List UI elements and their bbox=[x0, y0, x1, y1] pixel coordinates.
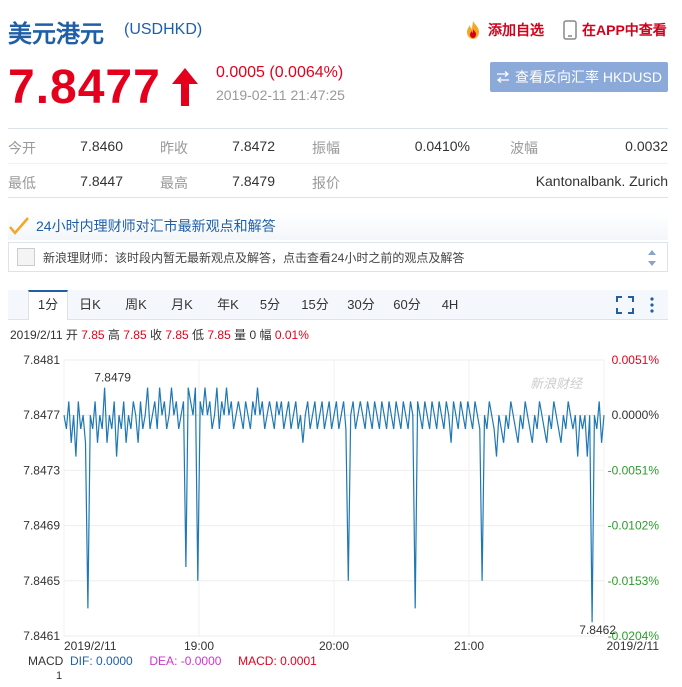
reverse-rate-label: 查看反向汇率 HKDUSD bbox=[514, 69, 662, 85]
ohlc-low: 7.85 bbox=[207, 328, 231, 342]
y-tick-label: 7.8465 bbox=[23, 574, 60, 588]
view-app-label: 在APP中查看 bbox=[582, 22, 667, 38]
quote-summary: 7.8477 0.0005 (0.0064%) 2019-02-11 21:47… bbox=[8, 54, 674, 124]
pct-tick-label: -0.0051% bbox=[608, 463, 660, 477]
ohlc-close-label: 收 bbox=[149, 328, 162, 342]
tab-daily-k[interactable]: 日K bbox=[74, 290, 106, 320]
watermark: 新浪财经 bbox=[530, 376, 584, 391]
opinion-message-box[interactable]: 新浪理财师：该时段内暂无最新观点及解答，点击查看24小时之前的观点及解答 bbox=[8, 242, 668, 272]
check-trend-icon bbox=[9, 217, 29, 235]
add-watch-button[interactable]: 添加自选 bbox=[463, 20, 544, 40]
stats-row: 最低 7.8447 最高 7.8479 报价 Kantonalbank. Zur… bbox=[8, 163, 668, 197]
currency-code: (USDHKD) bbox=[124, 21, 203, 38]
ohlc-vol-label: 量 bbox=[234, 328, 247, 342]
stat-value-prev-close: 7.8472 bbox=[232, 138, 275, 154]
tab-1min[interactable]: 1分 bbox=[28, 290, 68, 320]
x-tick-label: 2019/2/11 bbox=[607, 639, 660, 653]
stat-value-open: 7.8460 bbox=[80, 138, 123, 154]
tab-60min[interactable]: 60分 bbox=[390, 290, 424, 320]
x-tick-label: 21:00 bbox=[454, 639, 484, 653]
scroll-arrows-icon[interactable] bbox=[647, 247, 657, 269]
stat-value-low: 7.8447 bbox=[80, 173, 123, 189]
ohlc-amp: 0.01% bbox=[274, 328, 309, 342]
opinion-title: 24小时内理财师对汇市最新观点和解答 bbox=[36, 218, 276, 234]
phone-icon bbox=[563, 20, 577, 40]
up-arrow-icon bbox=[172, 68, 198, 106]
ohlc-high-label: 高 bbox=[107, 328, 120, 342]
macd-info: MACD DIF: 0.0000 DEA: -0.0000 MACD: 0.00… bbox=[28, 654, 317, 668]
more-icon[interactable] bbox=[648, 296, 656, 314]
tab-weekly-k[interactable]: 周K bbox=[120, 290, 152, 320]
price-change: 0.0005 (0.0064%) bbox=[216, 64, 344, 81]
pct-tick-label: 0.0000% bbox=[612, 408, 660, 422]
ohlc-date: 2019/2/11 bbox=[10, 328, 63, 342]
macd-axis-tick: 1 bbox=[56, 670, 63, 682]
stats-row: 今开 7.8460 昨收 7.8472 振幅 0.0410% 波幅 0.0032 bbox=[8, 129, 668, 163]
ohlc-vol: 0 bbox=[249, 328, 257, 342]
tab-15min[interactable]: 15分 bbox=[298, 290, 332, 320]
stat-value-amplitude: 0.0410% bbox=[414, 138, 470, 154]
fullscreen-icon[interactable] bbox=[616, 296, 634, 314]
pct-tick-label: -0.0153% bbox=[608, 574, 660, 588]
chart-period-tabs: 1分 日K 周K 月K 年K 5分 15分 30分 60分 4H bbox=[8, 290, 668, 320]
add-watch-label: 添加自选 bbox=[488, 22, 544, 38]
x-tick-label: 19:00 bbox=[184, 639, 214, 653]
stat-label-range: 波幅 bbox=[510, 140, 538, 156]
tab-monthly-k[interactable]: 月K bbox=[166, 290, 198, 320]
stat-value-quote-source: Kantonalbank. Zurich bbox=[535, 173, 668, 189]
macd-label: MACD bbox=[28, 654, 64, 668]
macd-dif: DIF: 0.0000 bbox=[70, 654, 133, 668]
view-app-button[interactable]: 在APP中查看 bbox=[563, 20, 667, 40]
stats-table: 今开 7.8460 昨收 7.8472 振幅 0.0410% 波幅 0.0032… bbox=[8, 128, 668, 198]
macd-dea: DEA: -0.0000 bbox=[149, 654, 222, 668]
pct-tick-label: -0.0102% bbox=[608, 519, 660, 533]
ohlc-open: 7.85 bbox=[81, 328, 105, 342]
quote-timestamp: 2019-02-11 21:47:25 bbox=[216, 87, 345, 103]
ohlc-open-label: 开 bbox=[65, 328, 78, 342]
ohlc-high: 7.85 bbox=[123, 328, 147, 342]
y-tick-label: 7.8461 bbox=[23, 629, 60, 643]
y-tick-label: 7.8481 bbox=[23, 353, 60, 367]
stat-label-quote-source: 报价 bbox=[312, 175, 340, 191]
current-price: 7.8477 bbox=[8, 61, 161, 114]
ohlc-amp-label: 幅 bbox=[259, 328, 272, 342]
opinion-header[interactable]: 24小时内理财师对汇市最新观点和解答 bbox=[8, 212, 668, 240]
stat-label-low: 最低 bbox=[8, 175, 36, 191]
ohlc-info: 2019/2/11 开 7.85 高 7.85 收 7.85 低 7.85 量 … bbox=[10, 326, 309, 343]
tab-4h[interactable]: 4H bbox=[436, 290, 464, 320]
ohlc-low-label: 低 bbox=[192, 328, 205, 342]
tab-5min[interactable]: 5分 bbox=[256, 290, 284, 320]
ohlc-close: 7.85 bbox=[165, 328, 189, 342]
pct-tick-label: 0.0051% bbox=[612, 353, 660, 367]
stat-label-prev-close: 昨收 bbox=[160, 140, 188, 156]
header: 美元港元 (USDHKD) 添加自选 在APP中查看 bbox=[8, 8, 674, 48]
tab-30min[interactable]: 30分 bbox=[344, 290, 378, 320]
y-tick-label: 7.8477 bbox=[23, 408, 60, 422]
advisor-avatar bbox=[17, 248, 35, 266]
stat-value-range: 0.0032 bbox=[625, 138, 668, 154]
opinion-message: 新浪理财师：该时段内暂无最新观点及解答，点击查看24小时之前的观点及解答 bbox=[43, 250, 465, 265]
stat-value-high: 7.8479 bbox=[232, 173, 275, 189]
min-value-label: 7.8462 bbox=[579, 623, 616, 637]
tab-yearly-k[interactable]: 年K bbox=[212, 290, 244, 320]
x-tick-label: 20:00 bbox=[319, 639, 349, 653]
stat-label-open: 今开 bbox=[8, 140, 36, 156]
stat-label-high: 最高 bbox=[160, 175, 188, 191]
x-tick-label: 2019/2/11 bbox=[64, 639, 117, 653]
page-title: 美元港元 bbox=[8, 21, 104, 48]
y-tick-label: 7.8469 bbox=[23, 519, 60, 533]
y-tick-label: 7.8473 bbox=[23, 463, 60, 477]
swap-icon bbox=[496, 71, 509, 83]
reverse-rate-button[interactable]: 查看反向汇率 HKDUSD bbox=[490, 62, 668, 92]
intraday-chart[interactable]: 7.8481 7.8477 7.8473 7.8469 7.8465 7.8461 0.00… bbox=[0, 348, 682, 654]
macd-value: MACD: 0.0001 bbox=[238, 654, 317, 668]
max-value-label: 7.8479 bbox=[94, 371, 131, 385]
fire-icon bbox=[467, 21, 479, 39]
stat-label-amplitude: 振幅 bbox=[312, 140, 340, 156]
